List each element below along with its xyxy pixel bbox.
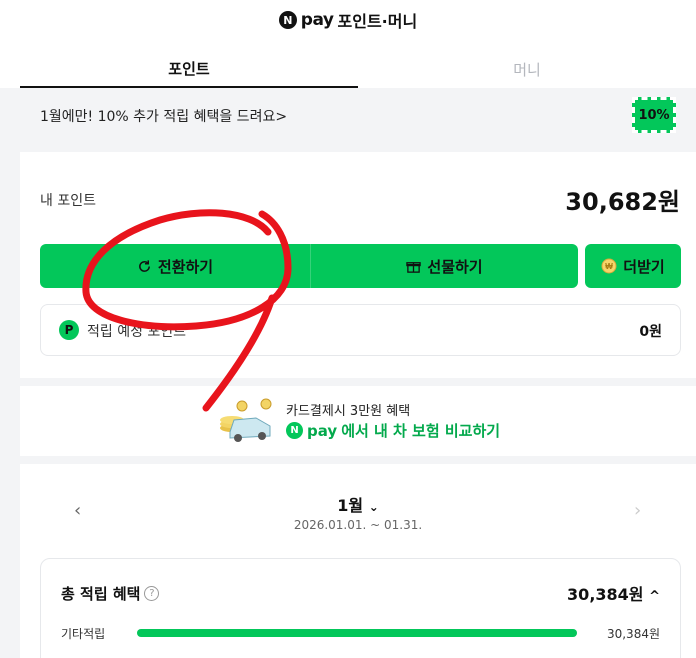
help-icon[interactable]: ? bbox=[144, 586, 160, 601]
chevron-up-icon: ^ bbox=[649, 589, 660, 604]
earn-more-button-label: 더받기 bbox=[623, 258, 665, 276]
p-point-icon: P bbox=[59, 320, 79, 340]
promo-text: 1월에만! 10% 추가 적립 혜택을 드려요> bbox=[40, 109, 288, 125]
pay-logo-text: pay bbox=[300, 10, 334, 30]
npay-logo-icon: N bbox=[278, 11, 297, 29]
my-points-label: 내 포인트 bbox=[40, 193, 96, 209]
car-illustration bbox=[220, 398, 272, 442]
monthly-summary: ‹ 1월 ⌄ 2026.01.01. ~ 01.31. › 총 적립 혜택 ? … bbox=[20, 464, 696, 658]
month-selector[interactable]: 1월 ⌄ bbox=[20, 492, 696, 516]
page-title: N pay 포인트·머니 bbox=[0, 6, 696, 34]
total-benefit-label: 총 적립 혜택 ? bbox=[61, 583, 160, 604]
expected-points-row[interactable]: P 적립 예정 포인트 0원 bbox=[40, 304, 681, 356]
my-points-value: 30,682원 bbox=[565, 188, 680, 216]
svg-text:₩: ₩ bbox=[606, 262, 614, 271]
benefit-bar-fill bbox=[137, 629, 577, 637]
promo-badge: 10% bbox=[632, 97, 676, 133]
tab-money[interactable]: 머니 bbox=[358, 50, 696, 88]
month-date-range: 2026.01.01. ~ 01.31. bbox=[293, 518, 423, 532]
convert-button[interactable]: 전환하기 bbox=[40, 244, 310, 288]
npay-logo-icon: N bbox=[286, 422, 303, 439]
ad-pay-word: pay bbox=[307, 421, 338, 440]
promo-banner[interactable]: 1월에만! 10% 추가 적립 혜택을 드려요> 10% bbox=[20, 88, 696, 142]
gift-button-label: 선물하기 bbox=[427, 258, 483, 276]
convert-button-label: 전환하기 bbox=[157, 258, 214, 276]
benefit-row-label: 기타적립 bbox=[61, 627, 106, 641]
refresh-icon bbox=[139, 259, 150, 272]
ad-headline: 카드결제시 3만원 혜택 bbox=[286, 404, 411, 419]
chevron-right-icon: > bbox=[275, 109, 288, 125]
total-benefit-value[interactable]: 30,384원 ^ bbox=[567, 581, 660, 605]
benefit-row-value: 30,384원 bbox=[606, 627, 660, 641]
header: N pay 포인트·머니 포인트 머니 bbox=[0, 0, 696, 88]
ad-cta: N pay 에서 내 차 보험 비교하기 bbox=[286, 420, 500, 441]
expected-points-value: 0원 bbox=[639, 324, 662, 340]
insurance-ad-banner[interactable]: 카드결제시 3만원 혜택 N pay 에서 내 차 보험 비교하기 bbox=[20, 386, 696, 456]
title-text: 포인트·머니 bbox=[337, 12, 418, 31]
tab-points[interactable]: 포인트 bbox=[20, 50, 358, 88]
points-card: 내 포인트 30,682원 전환하기 선물하기 ₩ 더받기 P 적립 예정 포인… bbox=[20, 152, 696, 378]
gift-icon bbox=[406, 261, 422, 273]
expected-points-label: 적립 예정 포인트 bbox=[87, 324, 187, 340]
tab-bar: 포인트 머니 bbox=[20, 50, 696, 88]
ad-cta-text: 에서 내 차 보험 비교하기 bbox=[341, 422, 501, 440]
chevron-down-icon: ⌄ bbox=[368, 500, 379, 514]
earn-more-button[interactable]: ₩ 더받기 bbox=[585, 244, 681, 288]
gift-button[interactable]: 선물하기 bbox=[310, 244, 578, 288]
month-label: 1월 bbox=[337, 496, 364, 515]
coin-icon: ₩ bbox=[601, 258, 617, 274]
total-benefit-card: 총 적립 혜택 ? 30,384원 ^ 기타적립 30,384원 bbox=[40, 558, 681, 658]
benefit-bar-track bbox=[137, 629, 577, 637]
chevron-right-icon[interactable]: › bbox=[634, 500, 641, 521]
